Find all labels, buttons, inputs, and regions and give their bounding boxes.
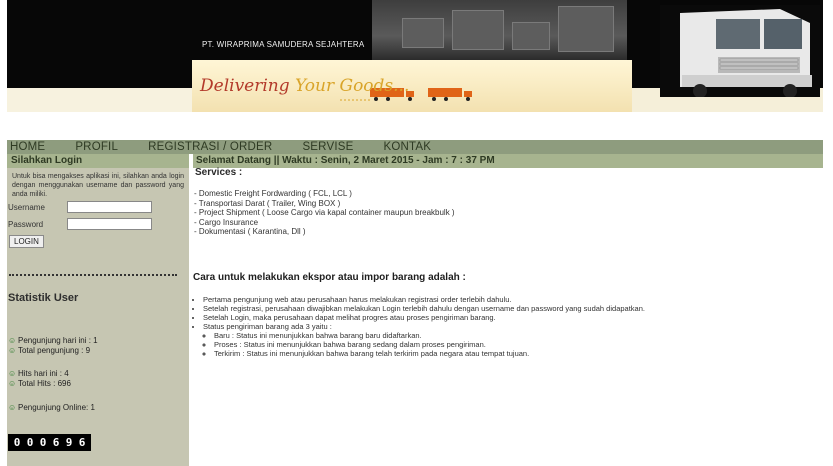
list-item: - Project Shipment ( Loose Cargo via kap… [194,208,455,217]
list-item: - Domestic Freight Fordwarding ( FCL, LC… [194,189,352,198]
warehouse-photo [372,0,627,60]
stat-today-visitors: ☺ Pengunjung hari ini : 1 [8,335,98,345]
nav-home[interactable]: HOME [10,140,45,154]
nav-registrasi-order[interactable]: REGISTRASI / ORDER [148,140,272,154]
username-label: Username [8,203,45,212]
user-icon: ☺ [8,368,17,378]
list-item: - Cargo Insurance [194,217,259,227]
username-row: Username [6,201,176,215]
password-row: Password [6,218,176,232]
services-list: - Domestic Freight Fordwarding ( FCL, LC… [194,189,455,237]
list-item: Baru : Status ini menunjukkan bahwa bara… [214,331,645,340]
nav-kontak[interactable]: KONTAK [383,140,431,154]
header-banner: PT. WIRAPRIMA SAMUDERA SEJAHTERA Deliver… [0,0,833,112]
counter-digit: 0 [26,436,34,449]
list-item: Status pengiriman barang ada 3 yaitu : B… [203,322,645,358]
list-item: Pertama pengunjung web atau perusahaan h… [203,295,645,304]
users-icon: ☺ [8,345,17,355]
procedure-heading: Cara untuk melakukan ekspor atau impor b… [193,272,466,283]
company-name: PT. WIRAPRIMA SAMUDERA SEJAHTERA [202,40,365,49]
main-nav: HOME PROFIL REGISTRASI / ORDER SERVISE K… [7,140,823,154]
counter-digit: 6 [78,436,86,449]
sidebar-divider [9,274,177,279]
nav-profil[interactable]: PROFIL [75,140,118,154]
slogan: Delivering Your Goods... [200,76,410,96]
counter-digit: 0 [39,436,47,449]
stat-online-visitors: ☺ Pengunjung Online: 1 [8,402,95,412]
list-item: Setelah registrasi, perusahaan diwajibka… [203,304,645,313]
list-item: - Dokumentasi ( Karantina, Dll ) [194,227,306,236]
users-icon: ☺ [8,378,17,388]
stat-total-hits: ☺ Total Hits : 696 [8,378,71,388]
banner-left-strip [7,88,192,112]
procedure-list: Pertama pengunjung web atau perusahaan h… [195,295,645,358]
status-list: Baru : Status ini menunjukkan bahwa bara… [203,331,645,358]
stat-today-hits: ☺ Hits hari ini : 4 [8,368,69,378]
list-item: Setelah Login, maka perusahaan dapat mel… [203,313,645,322]
list-item: - Transportasi Darat ( Trailer, Wing BOX… [194,198,341,208]
truck-image [660,5,820,97]
password-label: Password [8,220,44,229]
login-button[interactable]: LOGIN [9,235,44,248]
login-description: Untuk bisa mengakses aplikasi ini, silah… [12,173,184,198]
services-heading: Services : [195,167,243,178]
stat-total-visitors: ☺ Total pengunjung : 9 [8,345,91,355]
user-icon: ☺ [8,402,17,412]
username-input[interactable] [67,201,152,213]
list-item: Terkirim : Status ini menunjukkan bahwa … [214,349,645,358]
counter-digit: 0 [13,436,21,449]
login-title: Silahkan Login [7,154,189,168]
stats-title: Statistik User [8,292,79,304]
hit-counter: 0 0 0 6 9 6 [8,434,91,451]
counter-digit: 9 [65,436,73,449]
password-input[interactable] [67,218,152,230]
welcome-text: Selamat Datang || Waktu : Senin, 2 Maret… [196,155,495,166]
welcome-bar: Selamat Datang || Waktu : Senin, 2 Maret… [193,154,823,168]
list-item: Proses : Status ini menunjukkan bahwa ba… [214,340,645,349]
nav-servise[interactable]: SERVISE [302,140,353,154]
user-icon: ☺ [8,335,17,345]
counter-digit: 6 [52,436,60,449]
